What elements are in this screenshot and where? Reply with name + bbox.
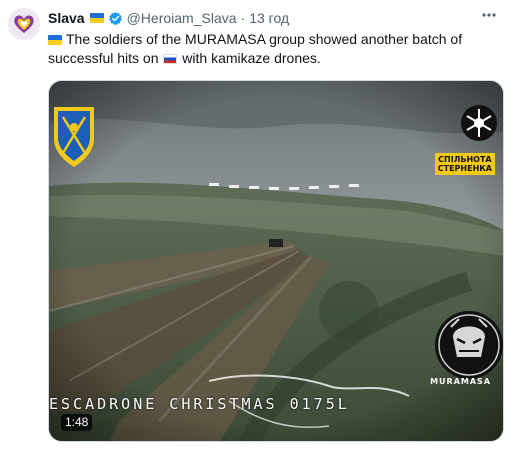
community-logo-icon — [461, 105, 497, 141]
ukraine-flag-icon — [89, 13, 104, 23]
brand-label-line2: СТЕРНЕНКА — [437, 164, 492, 173]
ukraine-flag-icon — [48, 35, 62, 46]
author-handle[interactable]: @Heroiam_Slava — [127, 9, 237, 27]
tweet-text: The soldiers of the MURAMASA group showe… — [48, 30, 504, 68]
brand-label-line1: СПІЛЬНОТА — [438, 155, 492, 164]
tweet-text-part2: with kamikaze drones. — [182, 50, 321, 66]
author-avatar[interactable] — [8, 8, 40, 40]
video-player[interactable]: СПІЛЬНОТА СТЕРНЕНКА MURAMASA ESCADRONE C… — [48, 80, 504, 442]
tweet-timestamp[interactable]: 13 год — [249, 9, 289, 27]
author-name[interactable]: Slava — [48, 9, 85, 27]
drone-osd-text: ESCADRONE CHRISTMAS 0175L — [49, 395, 350, 413]
more-dots-glyph — [482, 13, 496, 17]
heart-logo-icon — [14, 15, 34, 33]
muramasa-watermark: MURAMASA — [430, 377, 491, 386]
video-frame — [49, 81, 503, 441]
video-duration-badge: 1:48 — [61, 414, 93, 431]
tweet-header: Slava @Heroiam_Slava · 13 год — [48, 9, 289, 27]
verified-badge-icon — [108, 11, 122, 25]
russia-flag-icon — [163, 54, 178, 65]
more-options-icon[interactable] — [478, 6, 500, 24]
muramasa-logo-icon — [435, 311, 503, 379]
separator-dot: · — [240, 10, 246, 26]
tweet-card[interactable]: Slava @Heroiam_Slava · 13 год The soldie… — [0, 0, 514, 453]
community-brand-label: СПІЛЬНОТА СТЕРНЕНКА — [434, 153, 495, 175]
